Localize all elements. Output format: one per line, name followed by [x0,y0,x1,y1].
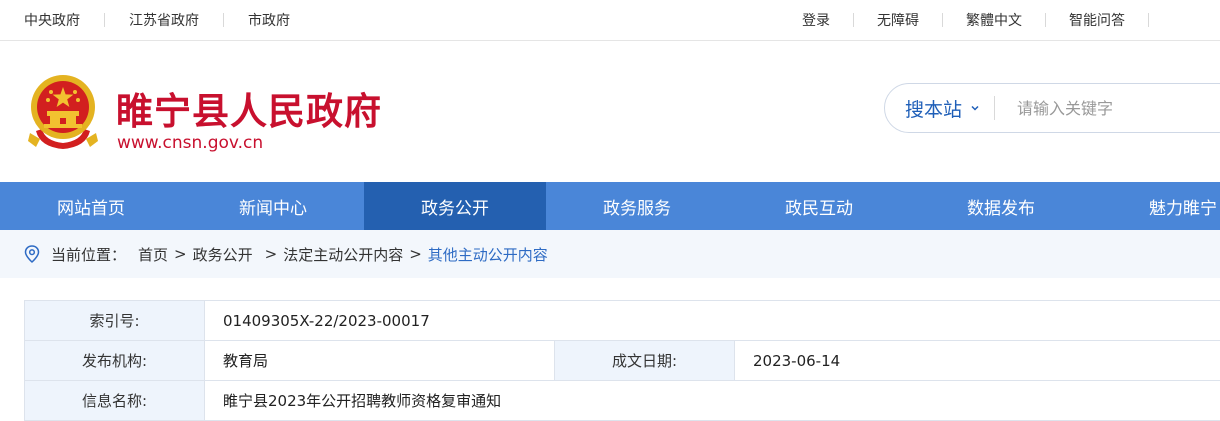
nav-item-news[interactable]: 新闻中心 [182,182,364,230]
table-row: 索引号: 01409305X-22/2023-00017 [25,301,1220,341]
top-utility-bar: 中央政府 江苏省政府 市政府 登录 无障碍 繁體中文 智能问答 [0,0,1220,41]
chevron-down-icon [970,103,980,113]
search-scope-label: 搜本站 [905,95,962,122]
org-value: 教育局 [205,341,555,381]
breadcrumb-prefix: 当前位置： [51,244,126,265]
breadcrumb-separator: > [265,245,278,263]
link-city-government[interactable]: 市政府 [248,10,290,30]
breadcrumb-government-affairs[interactable]: 政务公开 [193,244,253,265]
breadcrumb-separator: > [409,245,422,263]
nav-item-services[interactable]: 政务服务 [546,182,728,230]
divider [853,13,854,27]
nav-item-government-affairs[interactable]: 政务公开 [364,182,546,230]
location-pin-icon [24,245,40,263]
date-value: 2023-06-14 [735,341,1220,381]
nav-item-interaction[interactable]: 政民互动 [728,182,910,230]
table-row: 发布机构: 教育局 成文日期: 2023-06-14 [25,341,1220,381]
topbar-right-links: 登录 无障碍 繁體中文 智能问答 [802,10,1220,30]
divider [942,13,943,27]
breadcrumb-home[interactable]: 首页 [138,244,168,265]
main-nav: 网站首页 新闻中心 政务公开 政务服务 政民互动 数据发布 魅力睢宁 [0,182,1220,230]
date-label: 成文日期: [555,341,735,381]
topbar-left-links: 中央政府 江苏省政府 市政府 [0,10,290,30]
divider [1148,13,1149,27]
nav-item-home[interactable]: 网站首页 [0,182,182,230]
table-row: 信息名称: 睢宁县2023年公开招聘教师资格复审通知 [25,381,1220,421]
divider [1045,13,1046,27]
link-central-government[interactable]: 中央政府 [24,10,80,30]
traditional-chinese-link[interactable]: 繁體中文 [966,10,1022,30]
document-info-table: 索引号: 01409305X-22/2023-00017 发布机构: 教育局 成… [24,300,1220,421]
divider [994,96,995,120]
search-box: 搜本站 [884,83,1220,133]
national-emblem-icon[interactable] [26,73,100,153]
nav-item-data-release[interactable]: 数据发布 [910,182,1092,230]
name-label: 信息名称: [25,381,205,421]
org-label: 发布机构: [25,341,205,381]
index-label: 索引号: [25,301,205,341]
name-value: 睢宁县2023年公开招聘教师资格复审通知 [205,381,1220,421]
smart-qa-link[interactable]: 智能问答 [1069,10,1125,30]
breadcrumb-current[interactable]: 其他主动公开内容 [428,244,548,265]
divider [223,13,224,27]
site-header: 睢宁县人民政府 www.cnsn.gov.cn 搜本站 [0,41,1220,182]
breadcrumb-separator: > [174,245,187,263]
site-url[interactable]: www.cnsn.gov.cn [117,133,263,153]
link-jiangsu-government[interactable]: 江苏省政府 [129,10,199,30]
breadcrumb-statutory-disclosure[interactable]: 法定主动公开内容 [283,244,403,265]
index-value: 01409305X-22/2023-00017 [205,301,1220,341]
site-title[interactable]: 睢宁县人民政府 [116,81,382,135]
breadcrumb: 当前位置： 首页 > 政务公开 > 法定主动公开内容 > 其他主动公开内容 [0,230,1220,278]
search-input[interactable] [1017,99,1197,118]
login-link[interactable]: 登录 [802,10,830,30]
search-scope-dropdown[interactable]: 搜本站 [885,95,994,122]
divider [104,13,105,27]
accessibility-link[interactable]: 无障碍 [877,10,919,30]
nav-item-charm[interactable]: 魅力睢宁 [1092,182,1220,230]
